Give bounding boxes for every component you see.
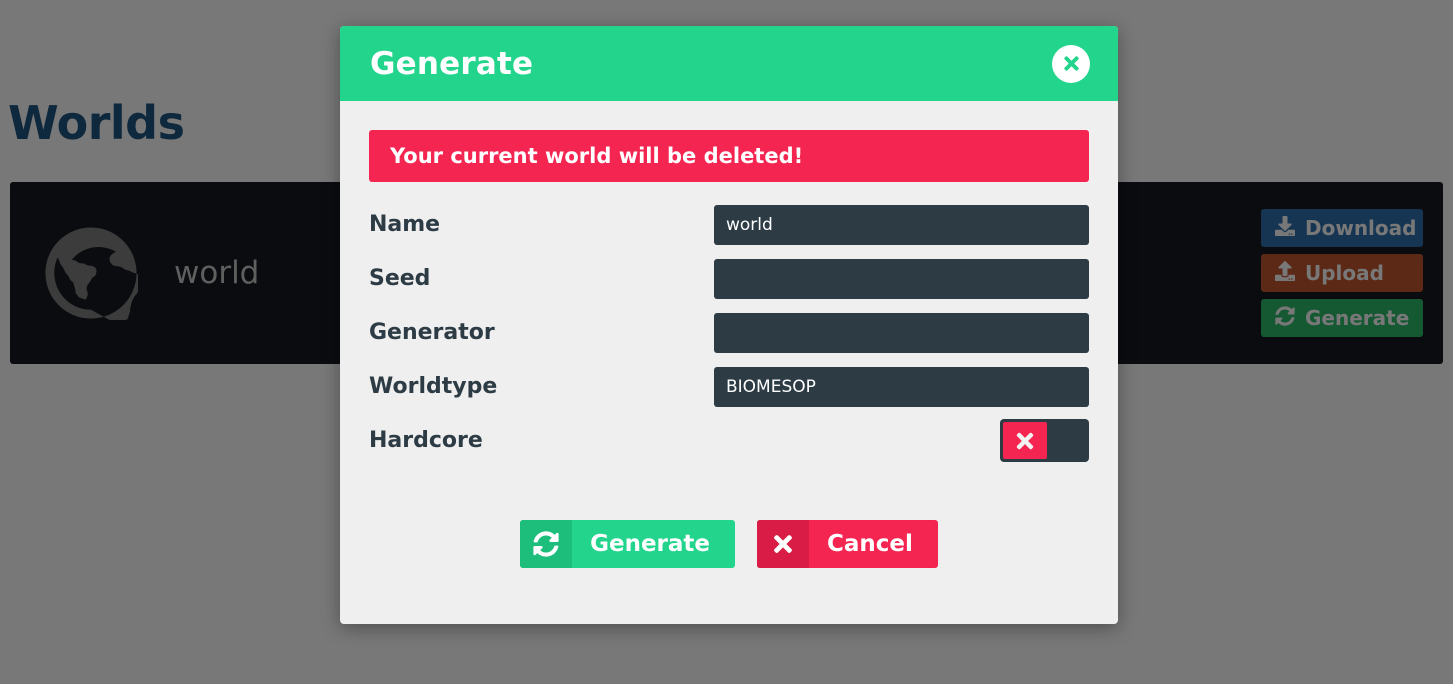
name-label: Name (369, 212, 441, 237)
hardcore-control (714, 419, 1089, 462)
modal-cancel-label: Cancel (827, 531, 913, 557)
seed-input[interactable] (714, 258, 1089, 299)
form-row-seed: Seed (369, 257, 1089, 300)
modal-footer: Generate Cancel (369, 473, 1089, 624)
close-icon (1061, 53, 1082, 74)
seed-control (714, 258, 1089, 299)
worldtype-control (714, 366, 1089, 407)
worldtype-input[interactable] (714, 366, 1089, 407)
seed-label: Seed (369, 266, 431, 291)
hardcore-toggle[interactable] (1000, 419, 1089, 462)
generator-label: Generator (369, 320, 495, 345)
modal-header: Generate (340, 26, 1118, 101)
generate-modal: Generate Your current world will be dele… (340, 26, 1118, 624)
worldtype-label: Worldtype (369, 374, 498, 399)
modal-generate-label: Generate (590, 531, 711, 557)
generator-input[interactable] (714, 312, 1089, 353)
warning-banner: Your current world will be deleted! (369, 130, 1089, 182)
name-input[interactable] (714, 204, 1089, 245)
close-button[interactable] (1052, 44, 1090, 83)
form-row-worldtype: Worldtype (369, 365, 1089, 408)
form-row-generator: Generator (369, 311, 1089, 354)
modal-generate-button[interactable]: Generate (520, 520, 736, 568)
x-icon (1013, 429, 1037, 453)
form-row-name: Name (369, 203, 1089, 246)
name-control (714, 204, 1089, 245)
x-icon (757, 520, 810, 568)
refresh-icon (520, 520, 573, 568)
warning-text: Your current world will be deleted! (390, 144, 804, 168)
hardcore-label: Hardcore (369, 428, 483, 453)
modal-body: Your current world will be deleted! Name… (340, 101, 1118, 624)
modal-title: Generate (370, 45, 534, 82)
hardcore-toggle-knob (1003, 422, 1047, 459)
form-row-hardcore: Hardcore (369, 419, 1089, 462)
generator-control (714, 312, 1089, 353)
modal-cancel-button[interactable]: Cancel (757, 520, 938, 568)
